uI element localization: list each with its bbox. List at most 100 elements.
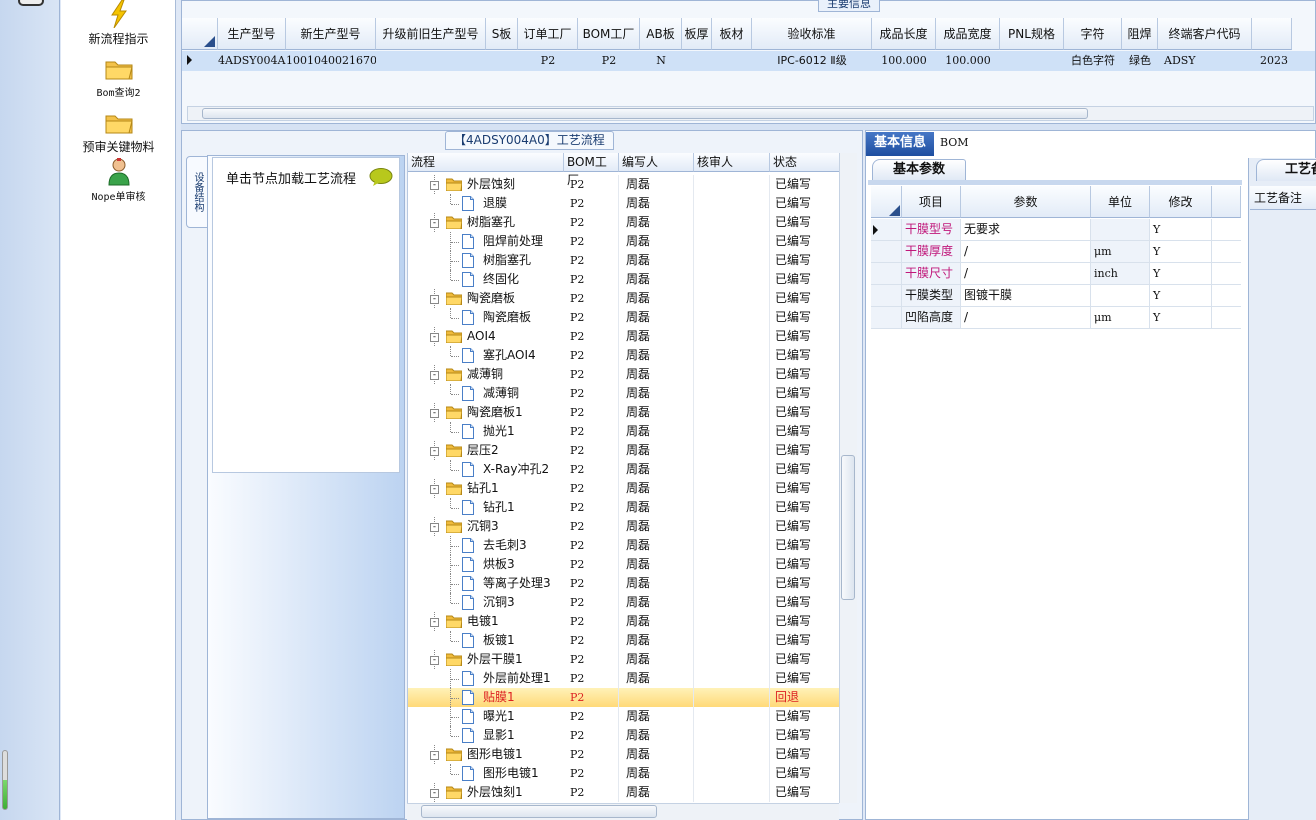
tree-row[interactable]: 曝光1 P2 周磊 已编写 [408,707,839,726]
table-cell[interactable]: ADSY [1158,51,1252,71]
launcher-item-nope-review[interactable]: Nope单审核 [61,158,176,203]
table-cell[interactable] [682,51,712,71]
column-header[interactable]: 成品宽度 [936,18,1000,50]
row-selector[interactable] [871,307,902,328]
tree-row[interactable]: 终固化 P2 周磊 已编写 [408,270,839,289]
tab-process-memo[interactable]: 工艺备注 [1256,159,1316,181]
launcher-item-new-flow[interactable]: 新流程指示 [61,0,176,47]
table-cell[interactable]: 白色字符 [1064,51,1122,71]
tree-expander-icon[interactable]: - [430,523,439,532]
tree-row[interactable]: 陶瓷磨板 P2 周磊 已编写 [408,308,839,327]
tree-expander-icon[interactable]: - [430,181,439,190]
table-cell[interactable]: N [640,51,682,71]
column-header[interactable]: S板 [486,18,518,50]
tab-basic-params[interactable]: 基本参数 [872,159,966,181]
tree-row[interactable]: 去毛刺3 P2 周磊 已编写 [408,536,839,555]
launcher-item-key-material[interactable]: 预审关键物料 [61,108,176,155]
params-row[interactable]: 干膜型号 无要求 Y [871,219,1241,241]
tree-row[interactable]: - 减薄铜 P2 周磊 已编写 [408,365,839,384]
params-row[interactable]: 干膜类型 图镀干膜 Y [871,285,1241,307]
tree-column-header[interactable]: 核审人 [694,153,770,172]
tab-bom[interactable]: BOM [940,136,969,149]
column-header[interactable] [1252,18,1292,50]
tree-expander-icon[interactable]: - [430,447,439,456]
tree-expander-icon[interactable]: - [430,656,439,665]
column-header[interactable]: PNL规格 [1000,18,1064,50]
tree-row[interactable]: 树脂塞孔 P2 周磊 已编写 [408,251,839,270]
tree-column-header[interactable]: 流程 [408,153,564,172]
column-header[interactable]: AB板 [640,18,682,50]
tree-expander-icon[interactable]: - [430,409,439,418]
tree-row[interactable]: 显影1 P2 周磊 已编写 [408,726,839,745]
tree-column-header[interactable]: BOM工厂 [564,153,619,187]
table-cell[interactable]: 100.000 [872,51,936,71]
tree-row[interactable]: 阻焊前处理 P2 周磊 已编写 [408,232,839,251]
table-cell[interactable]: P2 [578,51,640,71]
column-header[interactable]: 订单工厂 [518,18,578,50]
table-cell[interactable]: 绿色 [1122,51,1158,71]
tree-expander-icon[interactable]: - [430,219,439,228]
tree-expander-icon[interactable]: - [430,789,439,798]
params-column-header[interactable]: 修改 [1150,186,1212,218]
column-header[interactable]: 新生产型号 [286,18,376,50]
params-column-header[interactable] [1212,186,1241,218]
tree-vertical-scroll-thumb[interactable] [841,455,855,600]
table-cell[interactable]: 10010400216704 [286,51,376,71]
tab-basic-info[interactable]: 基本信息 [866,132,934,156]
tree-row[interactable]: - 电镀1 P2 周磊 已编写 [408,612,839,631]
tree-row[interactable]: - 层压2 P2 周磊 已编写 [408,441,839,460]
tree-column-header[interactable]: 编写人 [619,153,694,172]
row-selector[interactable] [871,263,902,284]
row-selector[interactable] [871,285,902,306]
tree-row[interactable]: - AOI4 P2 周磊 已编写 [408,327,839,346]
column-header[interactable]: BOM工厂 [578,18,640,50]
tree-row[interactable]: 贴膜1 P2 回退 [408,688,839,707]
node-box[interactable] [212,157,400,473]
table-cell[interactable] [712,51,752,71]
tree-horizontal-scroll-thumb[interactable] [421,805,657,818]
tree-row[interactable]: 板镀1 P2 周磊 已编写 [408,631,839,650]
table-cell[interactable] [486,51,518,71]
column-header[interactable]: 升级前旧生产型号 [376,18,486,50]
tree-row[interactable]: 塞孔AOI4 P2 周磊 已编写 [408,346,839,365]
tree-expander-icon[interactable]: - [430,485,439,494]
tree-expander-icon[interactable]: - [430,371,439,380]
launcher-item-bom-query[interactable]: Bom查询2 [61,54,176,99]
column-header[interactable]: 字符 [1064,18,1122,50]
column-header[interactable]: 终端客户代码 [1158,18,1252,50]
tree-row[interactable]: - 外层干膜1 P2 周磊 已编写 [408,650,839,669]
param-value[interactable]: 图镀干膜 [961,285,1091,306]
tree-row[interactable]: - 陶瓷磨板1 P2 周磊 已编写 [408,403,839,422]
param-value[interactable]: / [961,241,1091,262]
main-info-scroll-thumb[interactable] [202,108,1088,119]
column-header[interactable]: 生产型号 [218,18,286,50]
tree-row[interactable]: 烘板3 P2 周磊 已编写 [408,555,839,574]
column-header[interactable]: 成品长度 [872,18,936,50]
table-cell[interactable]: 2023 [1252,51,1292,71]
params-row[interactable]: 凹陷高度 / μm Y [871,307,1241,329]
params-row[interactable]: 干膜厚度 / μm Y [871,241,1241,263]
tree-row[interactable]: 等离子处理3 P2 周磊 已编写 [408,574,839,593]
tree-row[interactable]: - 沉铜3 P2 周磊 已编写 [408,517,839,536]
tree-row[interactable]: 减薄铜 P2 周磊 已编写 [408,384,839,403]
tree-row[interactable]: X-Ray冲孔2 P2 周磊 已编写 [408,460,839,479]
param-value[interactable]: / [961,307,1091,328]
tree-row[interactable]: 钻孔1 P2 周磊 已编写 [408,498,839,517]
table-cell[interactable]: IPC-6012 Ⅱ级 [752,51,872,71]
param-value[interactable]: / [961,263,1091,284]
column-header[interactable]: 验收标准 [752,18,872,50]
tree-expander-icon[interactable]: - [430,751,439,760]
tree-row[interactable]: - 陶瓷磨板 P2 周磊 已编写 [408,289,839,308]
param-value[interactable]: 无要求 [961,219,1091,240]
params-column-header[interactable]: 项目 [902,186,961,218]
row-selector[interactable] [871,241,902,262]
tree-row[interactable]: 图形电镀1 P2 周磊 已编写 [408,764,839,783]
table-cell[interactable] [1000,51,1064,71]
params-column-header[interactable]: 参数 [961,186,1091,218]
params-column-header[interactable]: 单位 [1091,186,1150,218]
tree-row[interactable]: 外层前处理1 P2 周磊 已编写 [408,669,839,688]
tree-row[interactable]: 抛光1 P2 周磊 已编写 [408,422,839,441]
tree-column-header[interactable]: 状态 [770,153,839,172]
tree-expander-icon[interactable]: - [430,333,439,342]
table-cell[interactable]: 100.000 [936,51,1000,71]
